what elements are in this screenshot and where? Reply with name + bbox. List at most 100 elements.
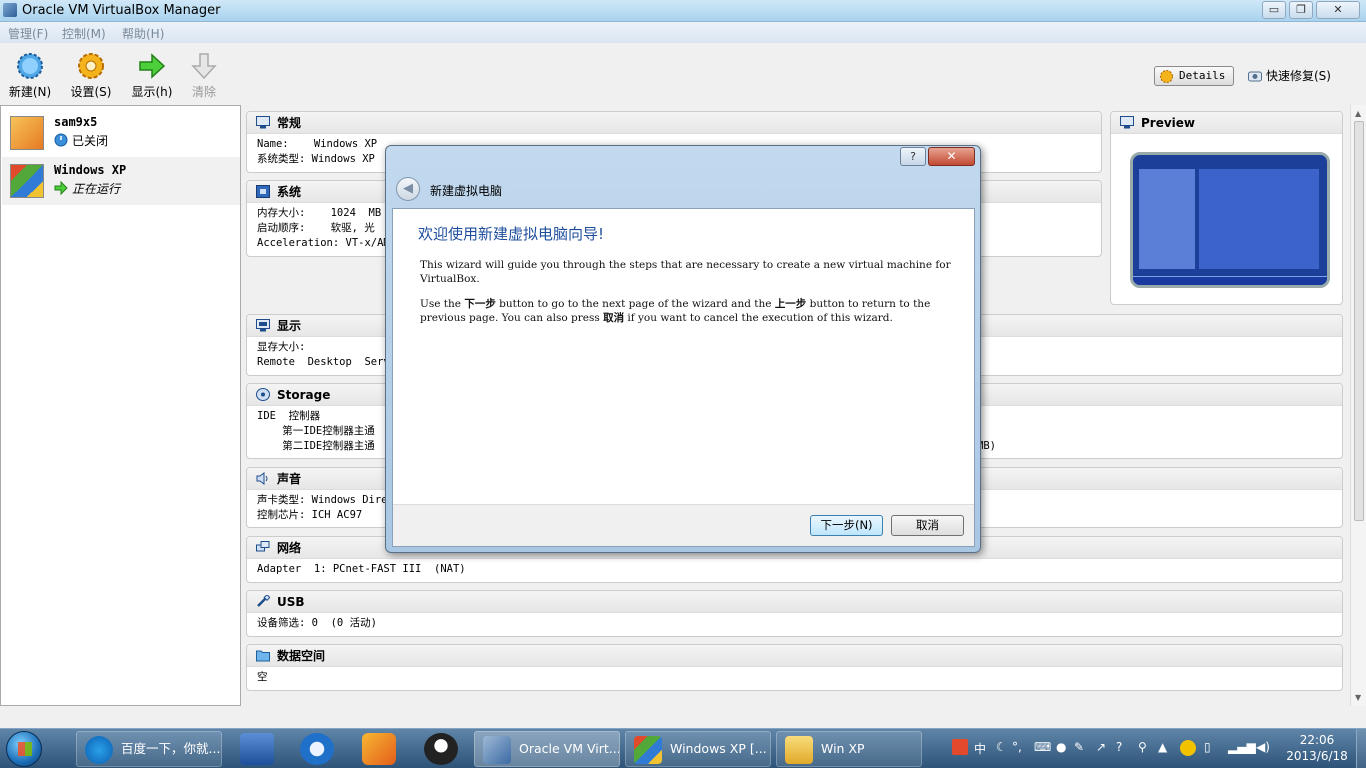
folder-icon (256, 650, 270, 662)
minimize-button[interactable]: ▭ (1262, 1, 1286, 19)
shared-folders-line: 空 (257, 671, 268, 683)
arrow-down-icon (191, 53, 217, 80)
new-star-icon (17, 53, 43, 79)
camera-icon (1248, 71, 1262, 82)
details-scrollbar[interactable]: ▲ ▼ (1350, 105, 1366, 706)
snapshots-button[interactable]: 快速修复(S) (1246, 67, 1331, 87)
sogou-ime-icon[interactable] (952, 739, 968, 755)
security-tray-icon[interactable] (1180, 740, 1196, 756)
arrow-right-icon (139, 53, 166, 79)
task-label: Win XP (821, 741, 865, 756)
taskbar-item-windows-xp[interactable]: Windows XP [... (625, 731, 771, 767)
vm-name: Windows XP (54, 163, 127, 177)
vm-list-item[interactable]: Windows XP 正在运行 (2, 157, 240, 205)
vm-preview-screen (1130, 152, 1330, 288)
shared-folders-header[interactable]: 数据空间 (247, 645, 1342, 667)
help-tray-icon[interactable]: ? (1116, 740, 1122, 754)
details-label: Details (1179, 69, 1226, 82)
explorer-pinned-icon[interactable] (240, 733, 274, 765)
user-icon[interactable]: ● (1056, 740, 1066, 754)
show-label: 显示(h) (131, 85, 173, 99)
help-button[interactable]: ? (900, 147, 926, 166)
start-button[interactable] (6, 731, 42, 767)
network-signal-icon[interactable]: ▂▄▆ (1228, 740, 1256, 754)
vm-state: 已关闭 (54, 132, 108, 149)
scroll-thumb[interactable] (1354, 121, 1364, 521)
moon-icon[interactable]: ☾ (996, 740, 1007, 754)
vm-list-item[interactable]: sam9x5 已关闭 (2, 109, 240, 157)
wizard-instructions-text: Use the 下一步 button to go to the next pag… (420, 298, 931, 324)
discard-button[interactable]: 清除 (178, 51, 230, 101)
preview-header[interactable]: Preview (1111, 112, 1342, 134)
new-vm-wizard-dialog: ? ✕ ◀ 新建虚拟电脑 欢迎使用新建虚拟电脑向导! This wizard w… (385, 145, 981, 553)
windows-taskbar: 百度一下，你就... Oracle VM Virt... Windows XP … (0, 728, 1366, 768)
share-icon[interactable]: ↗ (1096, 740, 1106, 754)
taskbar-item-folder[interactable]: Win XP (776, 731, 922, 767)
clock-date: 2013/6/18 (1286, 749, 1348, 763)
vm-state-label: 正在运行 (72, 182, 121, 196)
keyboard-icon[interactable]: ⌨ (1034, 740, 1051, 754)
new-vm-button[interactable]: 新建(N) (4, 51, 56, 101)
punctuation-icon[interactable]: °, (1012, 740, 1022, 754)
wizard-button-bar: 下一步(N) 取消 (393, 504, 974, 546)
show-desktop-button[interactable] (1356, 729, 1366, 768)
discard-label: 清除 (191, 85, 216, 99)
windows-xp-icon (10, 164, 44, 198)
display-icon (256, 319, 270, 332)
chip-icon (256, 185, 270, 198)
back-arrow-icon[interactable]: ◀ (396, 177, 420, 201)
preview-title: Preview (1141, 116, 1196, 130)
tray-clock[interactable]: 22:06 2013/6/18 (1282, 732, 1352, 764)
virtualbox-icon (3, 3, 17, 17)
device-tray-icon[interactable]: ▯ (1204, 740, 1211, 754)
task-label: Windows XP [... (670, 741, 767, 756)
maximize-button[interactable]: ❐ (1289, 1, 1313, 19)
tools-icon[interactable]: ✎ (1074, 740, 1084, 754)
next-button[interactable]: 下一步(N) (810, 515, 883, 536)
preview-wizard-content (1199, 169, 1319, 269)
window-titlebar: Oracle VM VirtualBox Manager ▭ ❐ ✕ (0, 0, 1366, 22)
task-label: 百度一下，你就... (121, 741, 221, 756)
usb-title: USB (277, 595, 305, 609)
show-button[interactable]: 显示(h) (126, 51, 178, 101)
menu-bar: 管理(F) 控制(M) 帮助(H) (0, 23, 1366, 43)
settings-button[interactable]: 设置(S) (65, 51, 117, 101)
scroll-up-icon[interactable]: ▲ (1355, 109, 1361, 118)
menu-control[interactable]: 控制(M) (62, 25, 106, 42)
monitor-icon (1120, 116, 1134, 129)
menu-manage[interactable]: 管理(F) (8, 25, 48, 42)
vm-list: sam9x5 已关闭 Windows XP 正在运行 (0, 105, 241, 706)
qq-pinned-icon[interactable] (424, 733, 458, 765)
menu-help[interactable]: 帮助(H) (122, 25, 164, 42)
preview-wizard-sidebar (1139, 169, 1195, 269)
close-dialog-button[interactable]: ✕ (928, 147, 975, 166)
settings-label: 设置(S) (70, 85, 112, 99)
taskbar-item-browser[interactable]: 百度一下，你就... (76, 731, 222, 767)
windows-xp-task-icon (634, 736, 662, 764)
cancel-button[interactable]: 取消 (891, 515, 964, 536)
media-player-pinned-icon[interactable] (300, 733, 334, 765)
ime-mode-indicator[interactable]: 中 (974, 740, 986, 757)
vm-os-icon (10, 116, 44, 150)
tray-expand-icon[interactable]: ▲ (1158, 740, 1167, 754)
network-icon (256, 541, 270, 552)
music-pinned-icon[interactable] (362, 733, 396, 765)
dialog-title: 新建虚拟电脑 (430, 184, 503, 198)
shared-folders-title: 数据空间 (277, 649, 326, 663)
general-header[interactable]: 常规 (247, 112, 1101, 134)
toolbar: 新建(N) 设置(S) 显示(h) 清除 Details 快速修复(S) (0, 43, 1366, 103)
preview-taskbar (1133, 276, 1327, 285)
details-button[interactable]: Details (1154, 66, 1234, 86)
monitor-icon (256, 116, 270, 129)
taskbar-item-virtualbox[interactable]: Oracle VM Virt... (474, 731, 620, 767)
usb-header[interactable]: USB (247, 591, 1342, 613)
volume-icon[interactable]: ◀) (1256, 740, 1270, 754)
running-arrow-icon (54, 181, 68, 195)
close-window-button[interactable]: ✕ (1316, 1, 1360, 19)
vm-name: sam9x5 (54, 115, 98, 129)
folder-task-icon (785, 736, 813, 764)
pin-icon[interactable]: ⚲ (1138, 740, 1147, 754)
scroll-down-icon[interactable]: ▼ (1355, 693, 1361, 702)
system-tray: 中 ☾ °, ⌨ ● ✎ ↗ ? ⚲ ▲ ▯ ▂▄▆ ◀) (940, 729, 1280, 768)
audio-title: 声音 (277, 472, 302, 486)
